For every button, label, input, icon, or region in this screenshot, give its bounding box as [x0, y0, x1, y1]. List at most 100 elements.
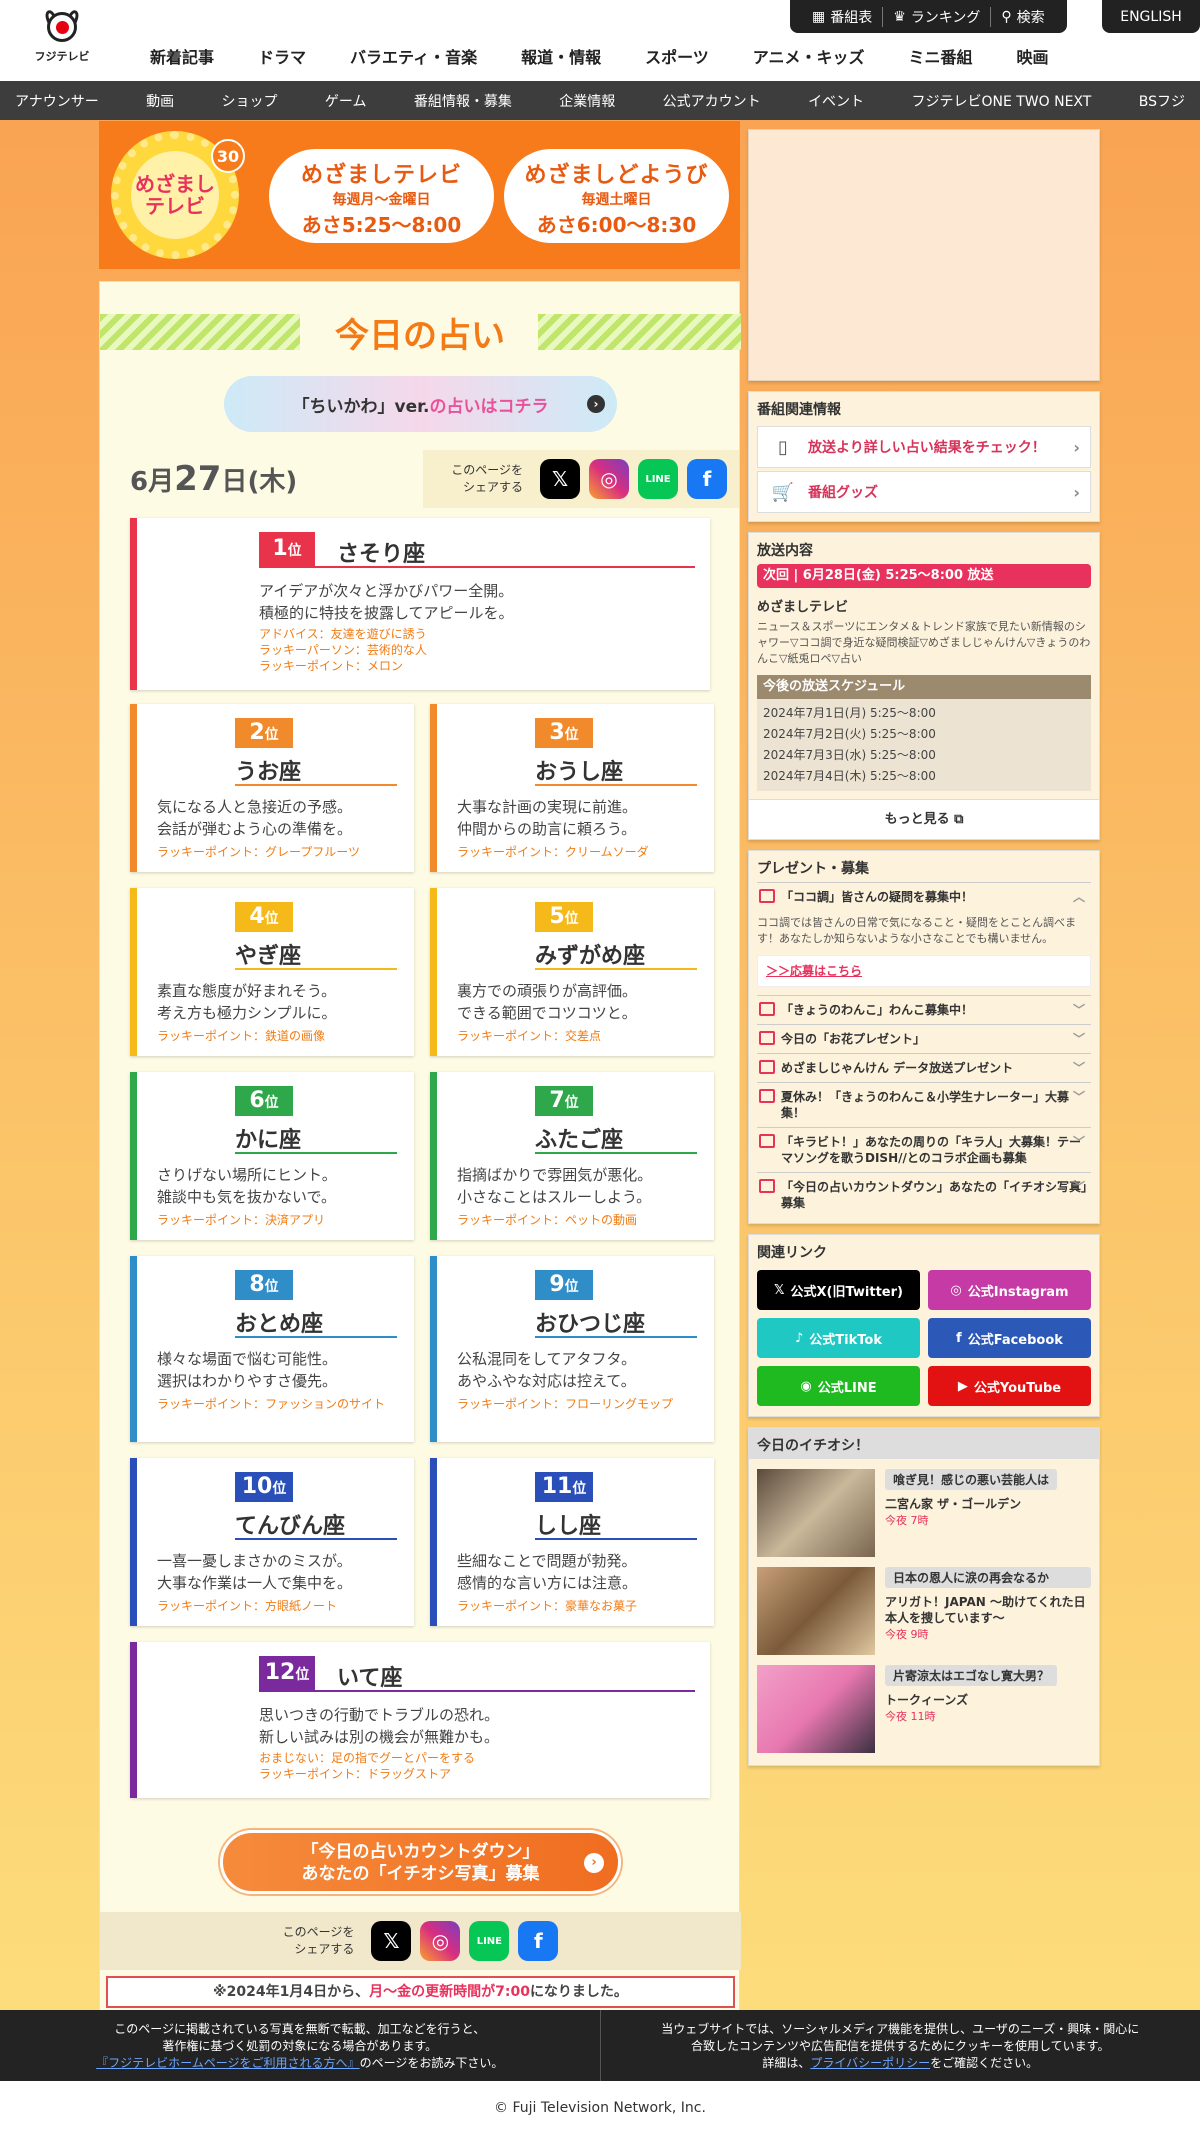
fortune-line: 新しい試みは別の機会が無難かも。: [259, 1728, 500, 1746]
nav-anime[interactable]: アニメ・キッズ: [731, 44, 887, 68]
share-x-button[interactable]: 𝕏: [540, 459, 580, 499]
show-pill-saturday[interactable]: めざましどようび 毎週土曜日 あさ6:00〜8:30: [504, 149, 729, 243]
broadcast-box: 放送内容 次回 | 6月28日(金) 5:25〜8:00 放送 めざましテレビ …: [748, 532, 1100, 840]
fortune-message: 公私混同をしてアタフタ。 あやふやな対応は控えて。: [457, 1348, 707, 1392]
pickup-thumbnail: [757, 1665, 875, 1753]
privacy-policy-link[interactable]: プライバシーポリシー: [810, 2056, 930, 2070]
terms-link[interactable]: 『フジテレビホームページをご利用される方へ』: [96, 2056, 359, 2070]
gift-icon: [759, 1089, 775, 1103]
present-item[interactable]: 「きょうのわんこ」わんこ募集中！ ﹀: [757, 995, 1091, 1024]
date-month: 6月: [130, 467, 175, 497]
pickup-item[interactable]: 片寄涼太はエゴなし寛大男？ トークィーンズ 今夜 11時: [757, 1665, 1091, 1753]
lucky-point: ラッキーポイント：決済アプリ: [157, 1213, 326, 1227]
nav-variety[interactable]: バラエティ・音楽: [328, 44, 499, 68]
chevron-down-icon: ﹀: [1072, 1061, 1085, 1075]
subnav-bsfuji[interactable]: BSフジ: [1139, 91, 1185, 111]
detailed-fortune-link[interactable]: ▯ 放送より詳しい占い結果をチェック！ ›: [757, 426, 1091, 468]
show-hero-banner: めざましテレビ 30 めざましテレビ 毎週月〜金曜日 あさ5:25〜8:00 め…: [99, 121, 740, 269]
ranking-link[interactable]: ♛ ランキング: [883, 6, 992, 27]
official-instagram-link[interactable]: ◎ 公式Instagram: [928, 1270, 1091, 1310]
subnav-game[interactable]: ゲーム: [325, 91, 367, 111]
nav-report[interactable]: 報道・情報: [499, 44, 623, 68]
sign-underline: [535, 1336, 697, 1338]
official-facebook-link[interactable]: f 公式Facebook: [928, 1318, 1091, 1358]
anniversary-badge: 30: [211, 139, 245, 173]
pickup-time: 今夜 11時: [885, 1710, 936, 1723]
pickup-item[interactable]: 喰ぎ見！感じの悪い芸能人は 二宮ん家 ザ・ゴールデン 今夜 7時: [757, 1469, 1091, 1557]
share-label: このページを シェアする: [451, 462, 523, 496]
subnav-program-info[interactable]: 番組情報・募集: [414, 91, 512, 111]
social-label: 公式Facebook: [967, 1332, 1063, 1348]
zodiac-sign: うお座: [235, 760, 302, 785]
main-nav: 新着記事 ドラマ バラエティ・音楽 報道・情報 スポーツ アニメ・キッズ ミニ番…: [128, 44, 1071, 68]
english-button[interactable]: ENGLISH: [1102, 0, 1200, 33]
tvguide-link[interactable]: ▦ 番組表: [802, 6, 884, 27]
rank-suffix: 位: [295, 1667, 310, 1683]
share-facebook-button[interactable]: f: [518, 1921, 559, 1961]
subnav-announcer[interactable]: アナウンサー: [15, 91, 99, 111]
more-button[interactable]: もっと見る ⧉: [749, 799, 1099, 839]
subnav-shop[interactable]: ショップ: [222, 91, 278, 111]
zodiac-sign: てんびん座: [235, 1514, 346, 1539]
official-x-link[interactable]: 𝕏 公式X(旧Twitter): [757, 1270, 920, 1310]
chiikawa-banner[interactable]: 「ちいかわ」ver. の占いはコチラ ›: [224, 376, 617, 432]
nav-mini[interactable]: ミニ番組: [886, 44, 994, 68]
apply-link[interactable]: ＞＞応募はこちら: [757, 955, 1091, 987]
schedule-item: 2024年7月2日(火) 5:25〜8:00: [763, 727, 936, 741]
fortune-card: 6位 かに座 さりげない場所にヒント。 雑談中も気を抜かないで。 ラッキーポイント…: [130, 1072, 414, 1240]
share-line-button[interactable]: LINE: [469, 1921, 510, 1961]
official-youtube-link[interactable]: ▶ 公式YouTube: [928, 1366, 1091, 1406]
rank-badge: 5位: [535, 902, 593, 932]
share-facebook-button[interactable]: f: [687, 459, 727, 499]
pickup-time: 今夜 9時: [885, 1628, 929, 1641]
share-line-button[interactable]: LINE: [638, 459, 678, 499]
nav-news[interactable]: 新着記事: [128, 44, 236, 68]
subnav-onetwonext[interactable]: フジテレビONE TWO NEXT: [911, 91, 1091, 111]
fujitv-logo[interactable]: フジテレビ: [30, 8, 94, 74]
line-icon: LINE: [645, 473, 671, 485]
present-item[interactable]: 「キラビト！」あなたの周りの「キラ人」大募集！テーマソングを歌うDISH//との…: [757, 1127, 1091, 1172]
instagram-icon: ◎: [600, 467, 618, 491]
subnav-event[interactable]: イベント: [808, 91, 864, 111]
countdown-photo-button[interactable]: 「今日の占いカウントダウン」 あなたの「イチオシ写真」募集 ›: [220, 1830, 621, 1894]
subnav-official[interactable]: 公式アカウント: [663, 91, 761, 111]
lucky-point: ラッキーポイント：グレープフルーツ: [157, 845, 361, 859]
present-item[interactable]: 夏休み！「きょうのわんこ＆小学生ナレーター」大募集！ ﹀: [757, 1082, 1091, 1127]
pickup-item[interactable]: 日本の恩人に涙の再会なるか アリガト！JAPAN 〜助けてくれた日本人を捜していま…: [757, 1567, 1091, 1655]
share-label-line: このページを: [451, 463, 523, 478]
fortune-message: 様々な場面で悩む可能性。 選択はわかりやすさ優先。: [157, 1348, 407, 1392]
fortune-line: 大事な計画の実現に前進。: [457, 798, 638, 816]
sign-underline: [235, 968, 397, 970]
share-x-button[interactable]: 𝕏: [371, 1921, 412, 1961]
rank-number: 12: [264, 1660, 296, 1685]
subnav-video[interactable]: 動画: [146, 91, 174, 111]
nav-drama[interactable]: ドラマ: [236, 44, 328, 68]
show-pill-weekday[interactable]: めざましテレビ 毎週月〜金曜日 あさ5:25〜8:00: [269, 149, 494, 243]
mezamashi-logo[interactable]: めざましテレビ 30: [111, 131, 245, 259]
countdown-button-line: あなたの「イチオシ写真」募集: [301, 1864, 540, 1884]
next-onair-badge: 次回 | 6月28日(金) 5:25〜8:00 放送: [757, 564, 1091, 588]
official-line-link[interactable]: ◉ 公式LINE: [757, 1366, 920, 1406]
sign-underline: [535, 968, 697, 970]
instagram-icon: ◎: [950, 1282, 962, 1298]
zodiac-sign: みずがめ座: [535, 944, 646, 969]
present-item-open[interactable]: 「ココ調」皆さんの疑問を募集中！ ︿: [757, 882, 1091, 911]
gift-icon: [759, 889, 775, 903]
lucky-point: ラッキーポイント：ドラッグストア: [259, 1767, 452, 1781]
search-link[interactable]: ⚲ 検索: [991, 7, 1054, 27]
goods-link[interactable]: 🛒 番組グッズ ›: [757, 471, 1091, 513]
nav-sports[interactable]: スポーツ: [623, 44, 731, 68]
present-box: プレゼント・募集 「ココ調」皆さんの疑問を募集中！ ︿ ココ調では皆さんの日常で気…: [748, 850, 1100, 1224]
nav-movie[interactable]: 映画: [994, 44, 1070, 68]
subnav-company[interactable]: 企業情報: [559, 91, 615, 111]
present-item[interactable]: めざましじゃんけん データ放送プレゼント ﹀: [757, 1053, 1091, 1082]
share-instagram-button[interactable]: ◎: [589, 459, 629, 499]
sign-underline: [235, 1336, 397, 1338]
fortune-extra: ラッキーパーソン：芸術的な人: [259, 643, 427, 657]
present-item[interactable]: 今日の「お花プレゼント」 ﹀: [757, 1024, 1091, 1053]
official-tiktok-link[interactable]: ♪ 公式TikTok: [757, 1318, 920, 1358]
present-item[interactable]: 「今日の占いカウントダウン」あなたの「イチオシ写真」募集 ﹀: [757, 1172, 1091, 1217]
share-instagram-button[interactable]: ◎: [420, 1921, 461, 1961]
fortune-line: 考え方も極力シンプルに。: [157, 1004, 337, 1022]
